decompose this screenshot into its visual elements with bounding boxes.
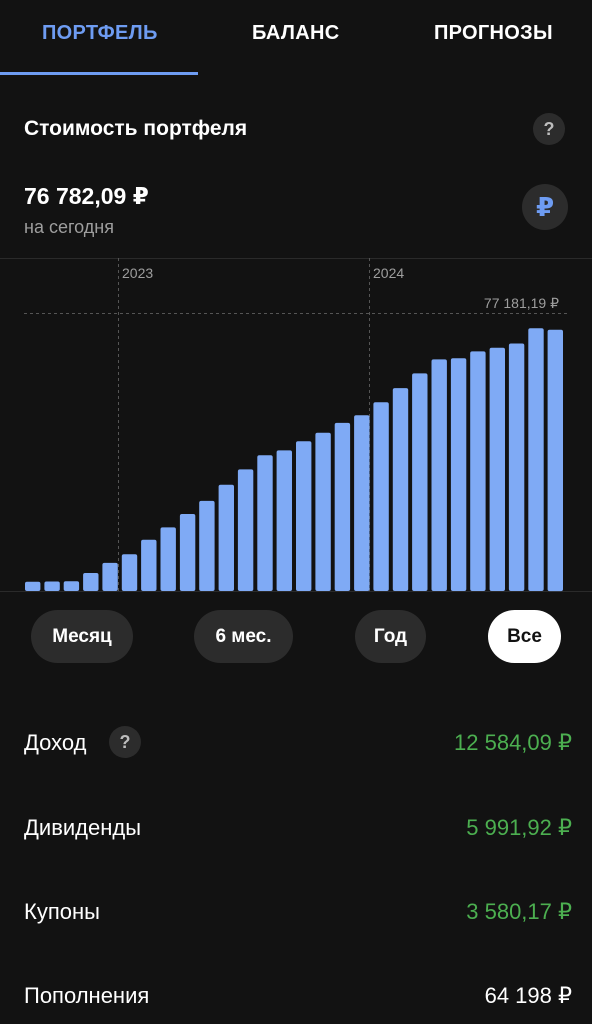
dividends-value: 5 991,92 ₽ <box>466 815 572 840</box>
chart-bar-7[interactable] <box>160 527 176 591</box>
chart-bar-17[interactable] <box>354 415 370 591</box>
chart-bar-27[interactable] <box>547 329 563 592</box>
chart-bar-11[interactable] <box>237 469 254 591</box>
deposits-label: Пополнения <box>24 983 150 1008</box>
tab-portfolio[interactable]: ПОРТФЕЛЬ <box>42 22 158 45</box>
max-value-label: 77 181,19 ₽ <box>484 295 559 311</box>
chart-bar-14[interactable] <box>296 441 312 591</box>
page-title: Стоимость портфеля <box>24 117 248 140</box>
chart-bar-0[interactable] <box>25 581 41 591</box>
chart-bar-23[interactable] <box>470 351 486 591</box>
chart-bar-10[interactable] <box>218 484 234 591</box>
period-selector: Месяц 6 мес. Год Все <box>0 610 592 664</box>
tab-balance[interactable]: БАЛАНС <box>252 22 339 45</box>
chart-bars <box>25 328 563 592</box>
coupons-value: 3 580,17 ₽ <box>466 899 572 924</box>
chart-svg: 2023 2024 77 181,19 ₽ <box>0 258 592 592</box>
top-tabs: ПОРТФЕЛЬ БАЛАНС ПРОГНОЗЫ <box>0 0 592 76</box>
value-caption: на сегодня <box>24 217 114 237</box>
period-all-button[interactable]: Все <box>488 610 561 663</box>
chart-bar-3[interactable] <box>83 573 99 591</box>
chart-bar-1[interactable] <box>44 581 60 592</box>
tab-forecasts[interactable]: ПРОГНОЗЫ <box>434 22 553 45</box>
chart-bar-21[interactable] <box>431 359 447 591</box>
dividends-label: Дивиденды <box>24 815 142 840</box>
chart-bar-24[interactable] <box>489 347 505 591</box>
period-6-months-button[interactable]: 6 мес. <box>194 610 293 663</box>
income-value: 12 584,09 ₽ <box>454 730 572 755</box>
chart-bar-2[interactable] <box>63 581 80 591</box>
chart-bar-6[interactable] <box>141 539 157 591</box>
period-year-button[interactable]: Год <box>355 610 426 663</box>
portfolio-value: 76 782,09 ₽ <box>24 183 149 209</box>
chart-bar-22[interactable] <box>450 358 467 591</box>
chart-bar-18[interactable] <box>373 402 389 591</box>
currency-ruble-icon[interactable]: ₽ <box>522 184 568 230</box>
chart-bar-26[interactable] <box>528 328 544 591</box>
help-icon[interactable]: ? <box>533 113 565 145</box>
chart-bar-25[interactable] <box>508 343 525 592</box>
chart-bar-16[interactable] <box>334 422 351 591</box>
coupons-label: Купоны <box>24 899 100 924</box>
chart-bar-4[interactable] <box>102 562 118 591</box>
period-month-button[interactable]: Месяц <box>31 610 133 663</box>
chart-bar-5[interactable] <box>121 554 138 591</box>
chart-bar-15[interactable] <box>315 432 331 591</box>
income-label: Доход <box>24 730 87 755</box>
active-tab-indicator <box>0 72 198 75</box>
year-label-2023: 2023 <box>122 265 153 281</box>
deposits-value: 64 198 ₽ <box>484 983 572 1008</box>
chart-bar-19[interactable] <box>392 388 409 591</box>
income-help-icon[interactable]: ? <box>109 726 141 758</box>
chart-bar-9[interactable] <box>199 500 215 591</box>
portfolio-chart: 2023 2024 77 181,19 ₽ <box>0 258 592 592</box>
year-label-2024: 2024 <box>373 265 404 281</box>
chart-bar-13[interactable] <box>276 450 292 591</box>
chart-bar-12[interactable] <box>257 455 273 591</box>
chart-bar-8[interactable] <box>179 514 196 591</box>
chart-bar-20[interactable] <box>412 373 428 591</box>
